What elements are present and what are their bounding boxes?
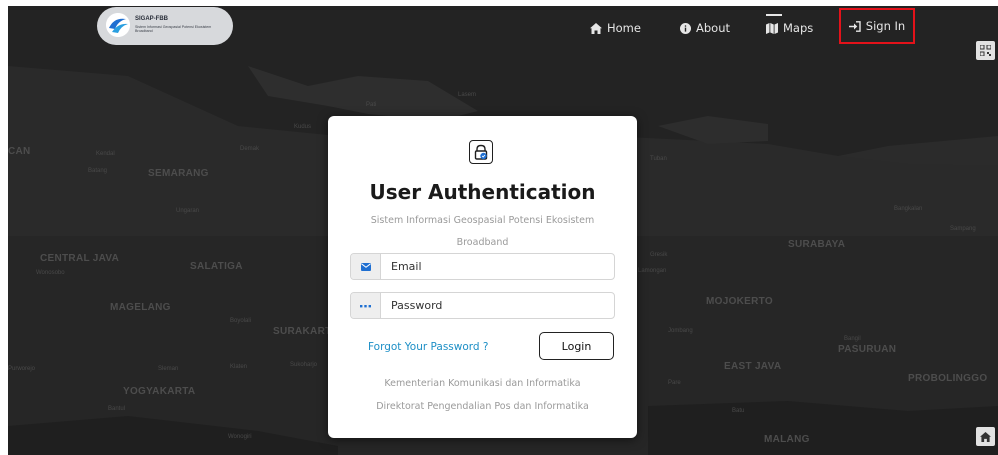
nav-sign-in-label: Sign In — [865, 19, 906, 33]
auth-title: User Authentication — [369, 180, 596, 204]
home-icon — [980, 431, 991, 442]
map-label: CENTRAL JAVA — [40, 253, 120, 264]
lock-icon — [469, 140, 493, 164]
map-label: SURABAYA — [788, 239, 846, 250]
map-label: YOGYAKARTA — [123, 386, 196, 397]
map-label: SEMARANG — [148, 168, 209, 179]
map-label: SALATIGA — [190, 261, 243, 272]
auth-subtitle: Sistem Informasi Geospasial Potensi Ekos… — [370, 215, 595, 248]
info-icon — [680, 22, 691, 34]
map-label: PROBOLINGGO — [908, 373, 988, 384]
map-label-small: Sukoharjo — [290, 362, 318, 368]
map-label-small: Lasem — [458, 92, 477, 98]
map-label: MAGELANG — [110, 302, 171, 313]
map-label: CAN — [8, 146, 31, 157]
map-label-small: Boyolali — [230, 318, 252, 324]
qr-code-icon — [980, 45, 991, 56]
active-indicator — [766, 14, 782, 16]
nav-about[interactable]: About — [680, 18, 730, 38]
map-label-small: Purworejo — [8, 366, 36, 372]
map-label-small: Pare — [668, 380, 681, 386]
auth-card: User Authentication Sistem Informasi Geo… — [328, 116, 637, 438]
nav-home-label: Home — [607, 21, 641, 35]
password-input[interactable] — [381, 293, 614, 318]
forgot-password-link[interactable]: Forgot Your Password ? — [368, 341, 488, 353]
map-home-button[interactable] — [976, 427, 995, 446]
footer-directorate: Direktorat Pengendalian Pos dan Informat… — [376, 401, 589, 412]
email-input[interactable] — [381, 254, 614, 279]
map-label: EAST JAVA — [724, 361, 782, 372]
nav-about-label: About — [696, 21, 731, 35]
map-label-small: Klaten — [230, 364, 248, 370]
nav-maps-label: Maps — [783, 21, 814, 35]
map-label: PASURUAN — [838, 344, 897, 355]
map-label-small: Tuban — [650, 156, 667, 162]
nav-sign-in[interactable]: Sign In — [839, 8, 915, 44]
map-label-small: Batu — [732, 408, 745, 414]
dots-icon — [351, 293, 381, 318]
app-logo[interactable]: SIGAP-FBB Sistem Informasi Geospasial Po… — [97, 7, 233, 45]
nav-home[interactable]: Home — [590, 18, 641, 38]
map-label-small: Ungaran — [176, 208, 200, 214]
map-label-small: Gresik — [650, 252, 668, 258]
map-label: MALANG — [764, 434, 810, 445]
map-label-small: Bantul — [108, 406, 126, 412]
map-label-small: Wonosobo — [36, 270, 65, 276]
map-label-small: Demak — [240, 146, 260, 152]
map-label-small: Wonogiri — [228, 434, 252, 440]
email-field[interactable] — [350, 253, 615, 280]
map-label-small: Kendal — [96, 151, 115, 157]
map-label-small: Bangkalan — [894, 206, 923, 212]
map-label-small: Pati — [366, 102, 377, 108]
logo-tagline: Sistem Informasi Geospasial Potensi Ekos… — [135, 25, 212, 34]
footer-ministry: Kementerian Komunikasi dan Informatika — [384, 378, 581, 389]
map-label-small: Sampang — [950, 226, 976, 232]
map-label-small: Jombang — [668, 328, 693, 334]
map-label-small: Bangil — [844, 336, 861, 342]
map-label-small: Kudus — [294, 124, 312, 130]
map-icon — [766, 22, 778, 34]
map-label-small: Batang — [88, 168, 108, 174]
logo-title: SIGAP-FBB — [135, 16, 168, 22]
home-icon — [590, 22, 602, 34]
login-button[interactable]: Login — [539, 332, 614, 360]
logo-mark-icon — [106, 13, 130, 37]
nav-maps[interactable]: Maps — [766, 18, 813, 38]
map-label-small: Sleman — [158, 366, 179, 372]
map-label-small: Lamongan — [638, 268, 667, 274]
qr-code-button[interactable] — [976, 41, 995, 60]
map-label: MOJOKERTO — [706, 296, 773, 307]
envelope-icon — [351, 254, 381, 279]
sign-in-icon — [848, 20, 861, 32]
password-field[interactable] — [350, 292, 615, 319]
